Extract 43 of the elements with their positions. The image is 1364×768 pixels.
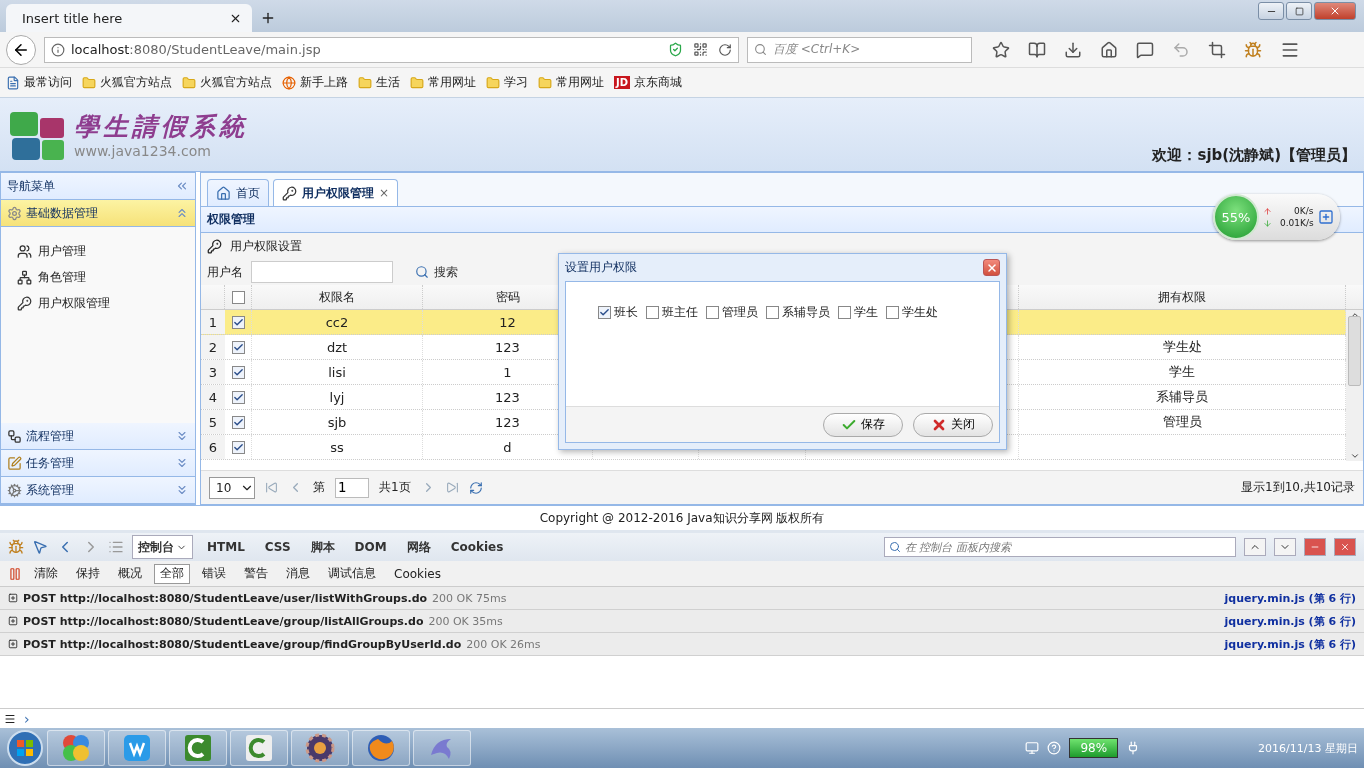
table-cell: lyj	[252, 385, 423, 409]
battery-indicator: 98%	[1069, 738, 1119, 758]
request-status: 200 OK 35ms	[428, 614, 503, 628]
checkbox-label: 学生	[854, 304, 878, 321]
row-number: 2	[201, 335, 225, 359]
field-label: 用户名	[207, 263, 243, 281]
request-status: 200 OK 26ms	[466, 637, 541, 651]
checkbox-label: 班主任	[662, 304, 698, 321]
table-cell: dzt	[252, 335, 423, 359]
row-number: 3	[201, 360, 225, 384]
dialog-title: 设置用户权限	[565, 259, 637, 276]
row-number: 6	[201, 435, 225, 459]
column-header: 权限名	[252, 285, 423, 309]
request-line: POST http://localhost:8080/StudentLeave/group/findGroupByUserId.do	[23, 637, 462, 651]
toolbar-title: 用户权限设置	[230, 237, 302, 255]
request-line: POST http://localhost:8080/StudentLeave/user/listWithGroups.do	[23, 591, 428, 605]
request-status: 200 OK 75ms	[432, 591, 507, 605]
site-url: www.java1234.com	[74, 143, 212, 159]
table-cell: sjb	[252, 410, 423, 434]
checkbox-label: 班长	[614, 304, 638, 321]
page-summary: 显示1到10,共10记录	[1241, 479, 1355, 496]
page-total: 共1页	[379, 479, 411, 496]
download-speed: 0.01K/s	[1280, 218, 1314, 228]
table-cell: cc2	[252, 310, 423, 334]
clock-date: 2016/11/13 星期日	[1258, 740, 1358, 756]
page-label: 第	[313, 479, 325, 496]
checkbox-label: 管理员	[722, 304, 758, 321]
row-number: 1	[201, 310, 225, 334]
welcome-text: 欢迎：sjb(沈静斌)【管理员】	[1152, 146, 1356, 165]
checkbox-label: 学生处	[902, 304, 938, 321]
table-cell: ss	[252, 435, 423, 459]
usage-gauge: 55%	[1213, 194, 1259, 240]
column-header: 拥有权限	[1019, 285, 1346, 309]
row-number: 5	[201, 410, 225, 434]
table-cell: lisi	[252, 360, 423, 384]
row-number: 4	[201, 385, 225, 409]
upload-speed: 0K/s	[1294, 206, 1314, 216]
checkbox-label: 系辅导员	[782, 304, 830, 321]
console-prompt: ›	[24, 710, 30, 727]
nav-panel-header: 导航菜单	[1, 173, 195, 200]
app-title: 學生請假系統	[74, 111, 248, 143]
request-line: POST http://localhost:8080/StudentLeave/group/listAllGroups.do	[23, 614, 424, 628]
jd-logo: JD	[614, 76, 631, 89]
